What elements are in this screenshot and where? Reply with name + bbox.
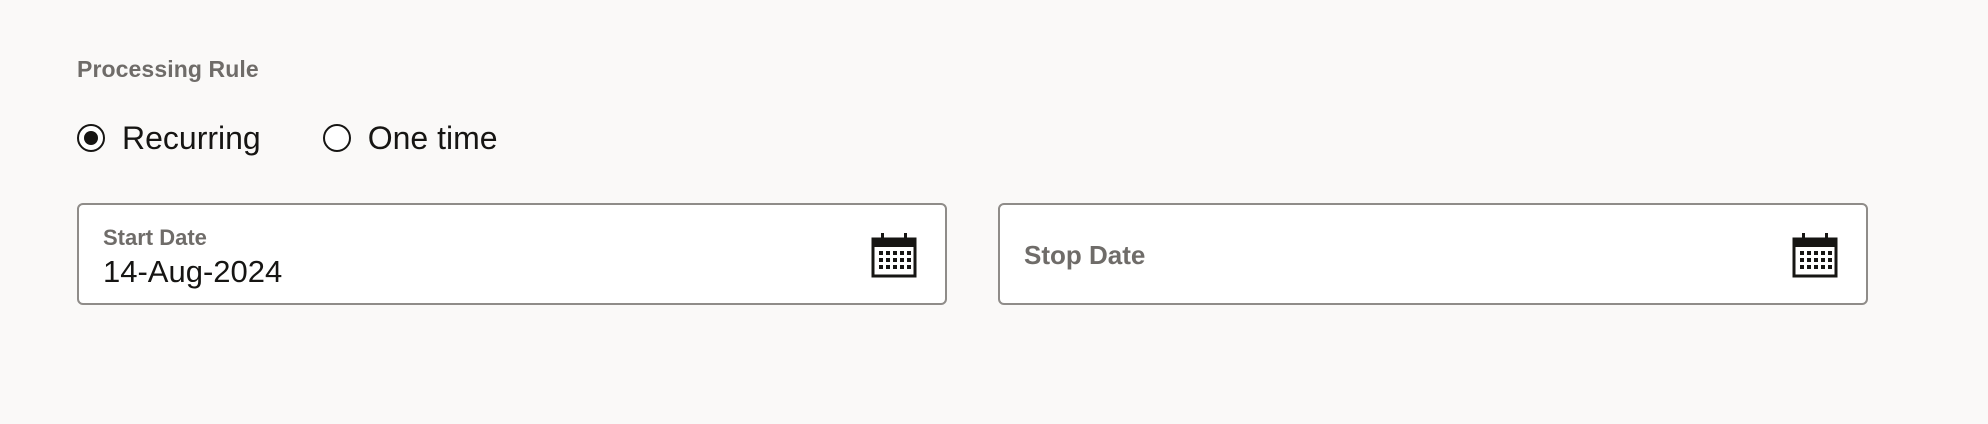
processing-rule-radio-group: Recurring One time [77,118,560,158]
processing-rule-label: Processing Rule [77,56,259,82]
stop-date-field[interactable]: Stop Date [998,203,1868,305]
radio-option-recurring[interactable]: Recurring [77,120,261,157]
start-date-value[interactable]: 14-Aug-2024 [103,254,282,290]
radio-button-one-time[interactable] [322,124,351,152]
start-date-label: Start Date [103,225,207,250]
radio-button-recurring[interactable] [77,124,105,152]
calendar-icon[interactable] [871,232,917,278]
radio-option-one-time[interactable]: One time [322,120,498,157]
stop-date-label: Stop Date [1024,240,1146,270]
radio-label-one-time[interactable]: One time [368,120,498,157]
radio-label-recurring[interactable]: Recurring [122,120,261,157]
start-date-field[interactable]: Start Date 14-Aug-2024 [77,203,947,305]
calendar-icon[interactable] [1792,232,1838,278]
